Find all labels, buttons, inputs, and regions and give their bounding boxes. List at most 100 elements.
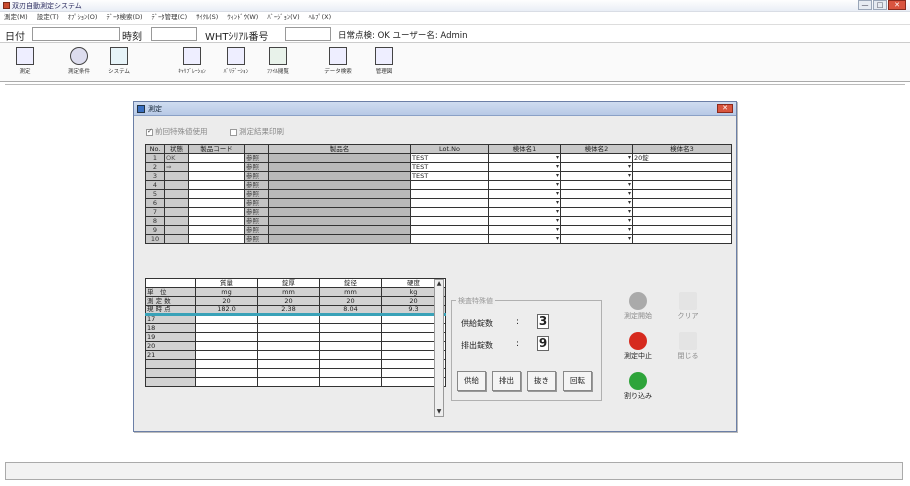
row-sample2-select[interactable] (560, 171, 633, 181)
row-sample1-select[interactable] (488, 225, 561, 235)
toolbar-file-view-button[interactable]: ﾌｧｲﾙ閲覧 (258, 45, 298, 79)
result-row: 19 (145, 332, 446, 342)
row-name (268, 225, 411, 235)
row-sample3-input[interactable] (632, 207, 732, 217)
row-lot-input[interactable] (410, 198, 489, 208)
close-dialog-button[interactable]: 閉じる (669, 332, 707, 361)
row-ref-button[interactable]: 参照 (244, 171, 269, 181)
row-sample2-select[interactable] (560, 216, 633, 226)
row-sample3-input[interactable] (632, 189, 732, 199)
scroll-up-icon[interactable]: ▲ (435, 280, 443, 288)
menu-data-search[interactable]: ﾃﾞｰﾀ検索(D) (106, 12, 142, 23)
toolbar-system-button[interactable]: システム (100, 45, 138, 79)
menu-help[interactable]: ﾍﾙﾌﾟ(X) (309, 12, 332, 23)
maximize-button[interactable]: □ (873, 0, 887, 10)
row-sample3-input[interactable] (632, 234, 732, 244)
row-lot-input[interactable]: TEST (410, 162, 489, 172)
row-ref-button[interactable]: 参照 (244, 180, 269, 190)
row-code-input[interactable] (188, 216, 245, 226)
row-sample2-select[interactable] (560, 189, 633, 199)
row-sample3-input[interactable] (632, 171, 732, 181)
stop-measure-button[interactable]: 測定中止 (619, 332, 657, 361)
row-sample1-select[interactable] (488, 171, 561, 181)
menu-window[interactable]: ｳｨﾝﾄﾞｳ(W) (227, 12, 258, 23)
minimize-button[interactable]: — (858, 0, 872, 10)
row-lot-input[interactable] (410, 207, 489, 217)
row-sample3-input[interactable] (632, 180, 732, 190)
row-sample2-select[interactable] (560, 180, 633, 190)
menu-measure[interactable]: 測定(M) (4, 12, 28, 23)
row-code-input[interactable] (188, 171, 245, 181)
row-sample2-select[interactable] (560, 162, 633, 172)
row-code-input[interactable] (188, 180, 245, 190)
serial-field[interactable] (285, 27, 331, 41)
supply-button[interactable]: 供給 (457, 371, 486, 391)
toolbar-measure-button[interactable]: 測定 (8, 45, 42, 79)
row-sample1-select[interactable] (488, 216, 561, 226)
row-code-input[interactable] (188, 198, 245, 208)
row-ref-button[interactable]: 参照 (244, 234, 269, 244)
row-code-input[interactable] (188, 207, 245, 217)
row-lot-input[interactable]: TEST (410, 153, 489, 163)
row-sample2-select[interactable] (560, 225, 633, 235)
row-ref-button[interactable]: 参照 (244, 198, 269, 208)
pull-button[interactable]: 抜き (527, 371, 556, 391)
menu-data-manage[interactable]: ﾃﾞｰﾀ管理(C) (152, 12, 188, 23)
row-sample2-select[interactable] (560, 153, 633, 163)
eject-button[interactable]: 排出 (492, 371, 521, 391)
row-sample1-select[interactable] (488, 234, 561, 244)
row-code-input[interactable] (188, 234, 245, 244)
row-sample3-input[interactable]: 20錠 (632, 153, 732, 163)
row-sample1-select[interactable] (488, 207, 561, 217)
rotate-button[interactable]: 回転 (563, 371, 592, 391)
row-ref-button[interactable]: 参照 (244, 189, 269, 199)
row-ref-button[interactable]: 参照 (244, 207, 269, 217)
menu-version[interactable]: ﾊﾞｰｼﾞｮﾝ(V) (267, 12, 299, 23)
toolbar-data-search-button[interactable]: データ検索 (318, 45, 358, 79)
row-code-input[interactable] (188, 225, 245, 235)
menu-cycle[interactable]: ｻｲｸﾙ(S) (196, 12, 218, 23)
row-sample1-select[interactable] (488, 180, 561, 190)
row-sample2-select[interactable] (560, 198, 633, 208)
toolbar-conditions-button[interactable]: 測定条件 (60, 45, 98, 79)
row-ref-button[interactable]: 参照 (244, 225, 269, 235)
row-ref-button[interactable]: 参照 (244, 162, 269, 172)
toolbar-control-chart-button[interactable]: 管理図 (364, 45, 404, 79)
row-code-input[interactable] (188, 162, 245, 172)
row-lot-input[interactable]: TEST (410, 171, 489, 181)
row-lot-input[interactable] (410, 234, 489, 244)
start-measure-button[interactable]: 測定開始 (619, 292, 657, 321)
row-sample3-input[interactable] (632, 216, 732, 226)
row-sample1-select[interactable] (488, 189, 561, 199)
clear-button[interactable]: クリア (669, 292, 707, 321)
row-sample3-input[interactable] (632, 225, 732, 235)
row-sample3-input[interactable] (632, 198, 732, 208)
row-lot-input[interactable] (410, 216, 489, 226)
dialog-close-button[interactable]: ✕ (717, 104, 733, 113)
row-ref-button[interactable]: 参照 (244, 216, 269, 226)
toolbar-calibration-button[interactable]: ｷｬﾘﾌﾞﾚｰｼｮﾝ (172, 45, 212, 79)
row-code-input[interactable] (188, 153, 245, 163)
row-sample2-select[interactable] (560, 207, 633, 217)
interrupt-button[interactable]: 割り込み (619, 372, 657, 401)
row-sample1-select[interactable] (488, 153, 561, 163)
use-previous-checkbox[interactable]: 前回特殊値使用 (146, 126, 208, 137)
print-result-checkbox[interactable]: 測定結果印刷 (230, 126, 284, 137)
row-sample1-select[interactable] (488, 198, 561, 208)
row-sample2-select[interactable] (560, 234, 633, 244)
row-sample1-select[interactable] (488, 162, 561, 172)
menu-settings[interactable]: 設定(T) (37, 12, 59, 23)
close-window-button[interactable]: ✕ (888, 0, 906, 10)
row-lot-input[interactable] (410, 189, 489, 199)
row-code-input[interactable] (188, 189, 245, 199)
menu-options[interactable]: ｵﾌﾟｼｮﾝ(O) (68, 12, 98, 23)
row-lot-input[interactable] (410, 225, 489, 235)
scroll-down-icon[interactable]: ▼ (435, 408, 443, 416)
result-scrollbar[interactable]: ▲ ▼ (434, 279, 444, 417)
toolbar-validation-button[interactable]: ﾊﾞﾘﾃﾞｰｼｮﾝ (216, 45, 256, 79)
row-sample3-input[interactable] (632, 162, 732, 172)
row-ref-button[interactable]: 参照 (244, 153, 269, 163)
time-field[interactable] (151, 27, 197, 41)
row-lot-input[interactable] (410, 180, 489, 190)
date-field[interactable] (32, 27, 120, 41)
